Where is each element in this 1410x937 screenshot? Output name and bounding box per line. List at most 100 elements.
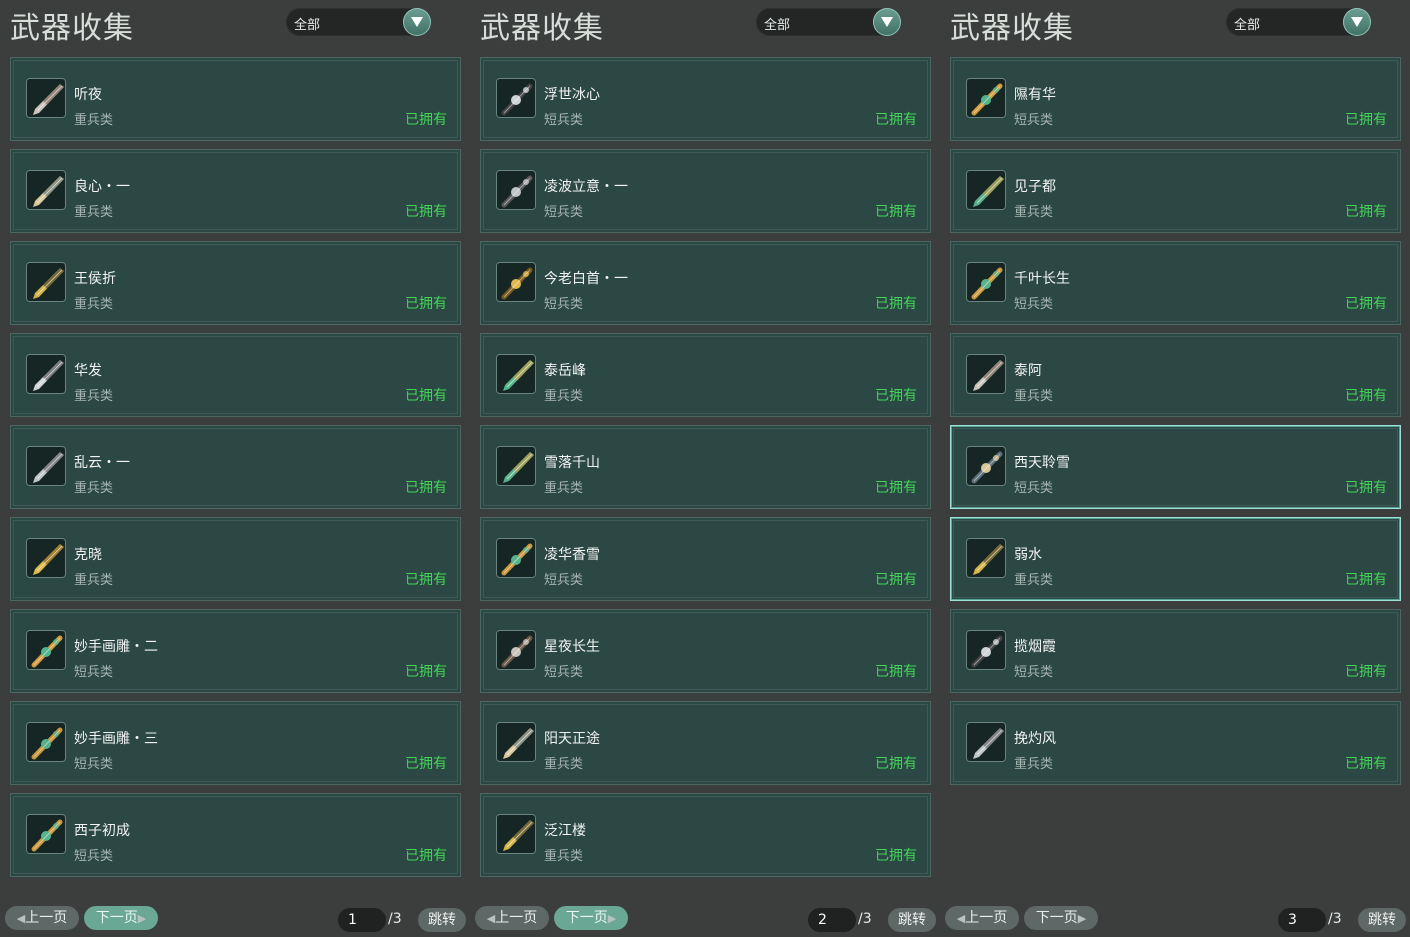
owned-status: 已拥有 (875, 204, 917, 220)
weapon-name: 星夜长生 (544, 639, 600, 655)
filter-value: 全部 (1234, 18, 1261, 33)
jump-button[interactable]: 跳转 (418, 908, 466, 932)
category-filter-dropdown[interactable]: 全部 (756, 8, 901, 36)
prev-page-label: 上一页 (25, 910, 68, 926)
weapon-name: 隰有华 (1014, 87, 1056, 103)
heavy-blade-icon (26, 446, 66, 486)
short-weapon-icon (496, 78, 536, 118)
category-filter-dropdown[interactable]: 全部 (1226, 8, 1371, 36)
weapon-name: 西子初成 (74, 823, 130, 839)
weapon-card[interactable]: 星夜长生 短兵类 已拥有 (480, 609, 931, 693)
weapon-card[interactable]: 华发 重兵类 已拥有 (10, 333, 461, 417)
weapon-card[interactable]: 阳天正途 重兵类 已拥有 (480, 701, 931, 785)
weapon-card[interactable]: 雪落千山 重兵类 已拥有 (480, 425, 931, 509)
filter-value: 全部 (764, 18, 791, 33)
chevron-down-icon[interactable] (1343, 8, 1371, 36)
owned-status: 已拥有 (1345, 112, 1387, 128)
weapon-card[interactable]: 西子初成 短兵类 已拥有 (10, 793, 461, 877)
weapon-type: 重兵类 (544, 389, 584, 404)
weapon-card[interactable]: 凌华香雪 短兵类 已拥有 (480, 517, 931, 601)
owned-status: 已拥有 (1345, 296, 1387, 312)
owned-status: 已拥有 (875, 664, 917, 680)
weapon-name: 西天聆雪 (1014, 455, 1070, 471)
prev-page-button[interactable]: ◀上一页 (475, 906, 549, 930)
weapon-name: 见子都 (1014, 179, 1056, 195)
next-page-button[interactable]: 下一页▶ (554, 906, 628, 930)
prev-page-button[interactable]: ◀上一页 (945, 906, 1019, 930)
owned-status: 已拥有 (1345, 388, 1387, 404)
jump-button[interactable]: 跳转 (1358, 908, 1406, 932)
chevron-left-icon: ◀ (956, 912, 966, 925)
owned-status: 已拥有 (875, 480, 917, 496)
next-page-button[interactable]: 下一页▶ (1024, 906, 1098, 930)
heavy-blade-icon (966, 170, 1006, 210)
weapon-card[interactable]: 妙手画雕・二 短兵类 已拥有 (10, 609, 461, 693)
weapon-name: 阳天正途 (544, 731, 600, 747)
weapon-type: 短兵类 (1014, 113, 1054, 128)
page-total: /3 (388, 911, 402, 927)
heavy-blade-icon (496, 354, 536, 394)
weapon-type: 短兵类 (1014, 297, 1054, 312)
page-number-input[interactable]: 3 (1278, 908, 1326, 932)
chevron-down-icon[interactable] (403, 8, 431, 36)
weapon-card[interactable]: 浮世冰心 短兵类 已拥有 (480, 57, 931, 141)
weapon-name: 泰岳峰 (544, 363, 586, 379)
owned-status: 已拥有 (1345, 664, 1387, 680)
heavy-blade-icon (496, 446, 536, 486)
weapon-card[interactable]: 西天聆雪 短兵类 已拥有 (950, 425, 1401, 509)
pagination: ◀上一页 下一页▶ 3/3 跳转 (940, 904, 1410, 932)
prev-page-button[interactable]: ◀上一页 (5, 906, 79, 930)
owned-status: 已拥有 (405, 388, 447, 404)
category-filter-dropdown[interactable]: 全部 (286, 8, 431, 36)
weapon-name: 凌华香雪 (544, 547, 600, 563)
weapon-card[interactable]: 泰阿 重兵类 已拥有 (950, 333, 1401, 417)
weapon-type: 重兵类 (74, 573, 114, 588)
weapon-type: 重兵类 (74, 481, 114, 496)
weapon-card[interactable]: 克晓 重兵类 已拥有 (10, 517, 461, 601)
weapon-type: 重兵类 (74, 205, 114, 220)
pagination: ◀上一页 下一页▶ 1/3 跳转 (0, 904, 470, 932)
weapon-name: 凌波立意・一 (544, 179, 628, 195)
weapon-card[interactable]: 泛江楼 重兵类 已拥有 (480, 793, 931, 877)
next-page-button[interactable]: 下一页▶ (84, 906, 158, 930)
weapon-name: 泰阿 (1014, 363, 1042, 379)
weapon-type: 重兵类 (1014, 757, 1054, 772)
weapon-name: 听夜 (74, 87, 102, 103)
collection-panel-1: 武器收集 全部 听夜 重兵类 已拥有 良心・一 重兵类 已拥有 王侯折 重兵类 已拥有 华发 重兵类 已拥… (0, 0, 470, 937)
chevron-down-icon[interactable] (873, 8, 901, 36)
weapon-name: 良心・一 (74, 179, 130, 195)
weapon-name: 泛江楼 (544, 823, 586, 839)
heavy-blade-icon (26, 78, 66, 118)
weapon-card[interactable]: 良心・一 重兵类 已拥有 (10, 149, 461, 233)
weapon-card[interactable]: 听夜 重兵类 已拥有 (10, 57, 461, 141)
weapon-card[interactable]: 乱云・一 重兵类 已拥有 (10, 425, 461, 509)
page-number-input[interactable]: 1 (338, 908, 386, 932)
weapon-card[interactable]: 千叶长生 短兵类 已拥有 (950, 241, 1401, 325)
heavy-blade-icon (496, 814, 536, 854)
page-number-input[interactable]: 2 (808, 908, 856, 932)
short-weapon-icon (496, 170, 536, 210)
weapon-card[interactable]: 凌波立意・一 短兵类 已拥有 (480, 149, 931, 233)
chevron-left-icon: ◀ (486, 912, 496, 925)
short-weapon-icon (966, 630, 1006, 670)
weapon-card[interactable]: 泰岳峰 重兵类 已拥有 (480, 333, 931, 417)
weapon-card[interactable]: 揽烟霞 短兵类 已拥有 (950, 609, 1401, 693)
weapon-card[interactable]: 王侯折 重兵类 已拥有 (10, 241, 461, 325)
heavy-blade-icon (966, 722, 1006, 762)
weapon-name: 乱云・一 (74, 455, 130, 471)
weapon-card[interactable]: 见子都 重兵类 已拥有 (950, 149, 1401, 233)
jump-button[interactable]: 跳转 (888, 908, 936, 932)
weapon-type: 短兵类 (74, 757, 114, 772)
weapon-card[interactable]: 挽灼风 重兵类 已拥有 (950, 701, 1401, 785)
heavy-blade-icon (26, 354, 66, 394)
owned-status: 已拥有 (405, 756, 447, 772)
weapon-card[interactable]: 今老白首・一 短兵类 已拥有 (480, 241, 931, 325)
weapon-name: 妙手画雕・三 (74, 731, 158, 747)
heavy-blade-icon (26, 170, 66, 210)
panel-title: 武器收集 (10, 11, 134, 46)
heavy-blade-icon (26, 262, 66, 302)
weapon-card[interactable]: 妙手画雕・三 短兵类 已拥有 (10, 701, 461, 785)
weapon-card[interactable]: 弱水 重兵类 已拥有 (950, 517, 1401, 601)
short-weapon-icon (966, 262, 1006, 302)
weapon-card[interactable]: 隰有华短兵类 已拥有 (950, 57, 1401, 141)
